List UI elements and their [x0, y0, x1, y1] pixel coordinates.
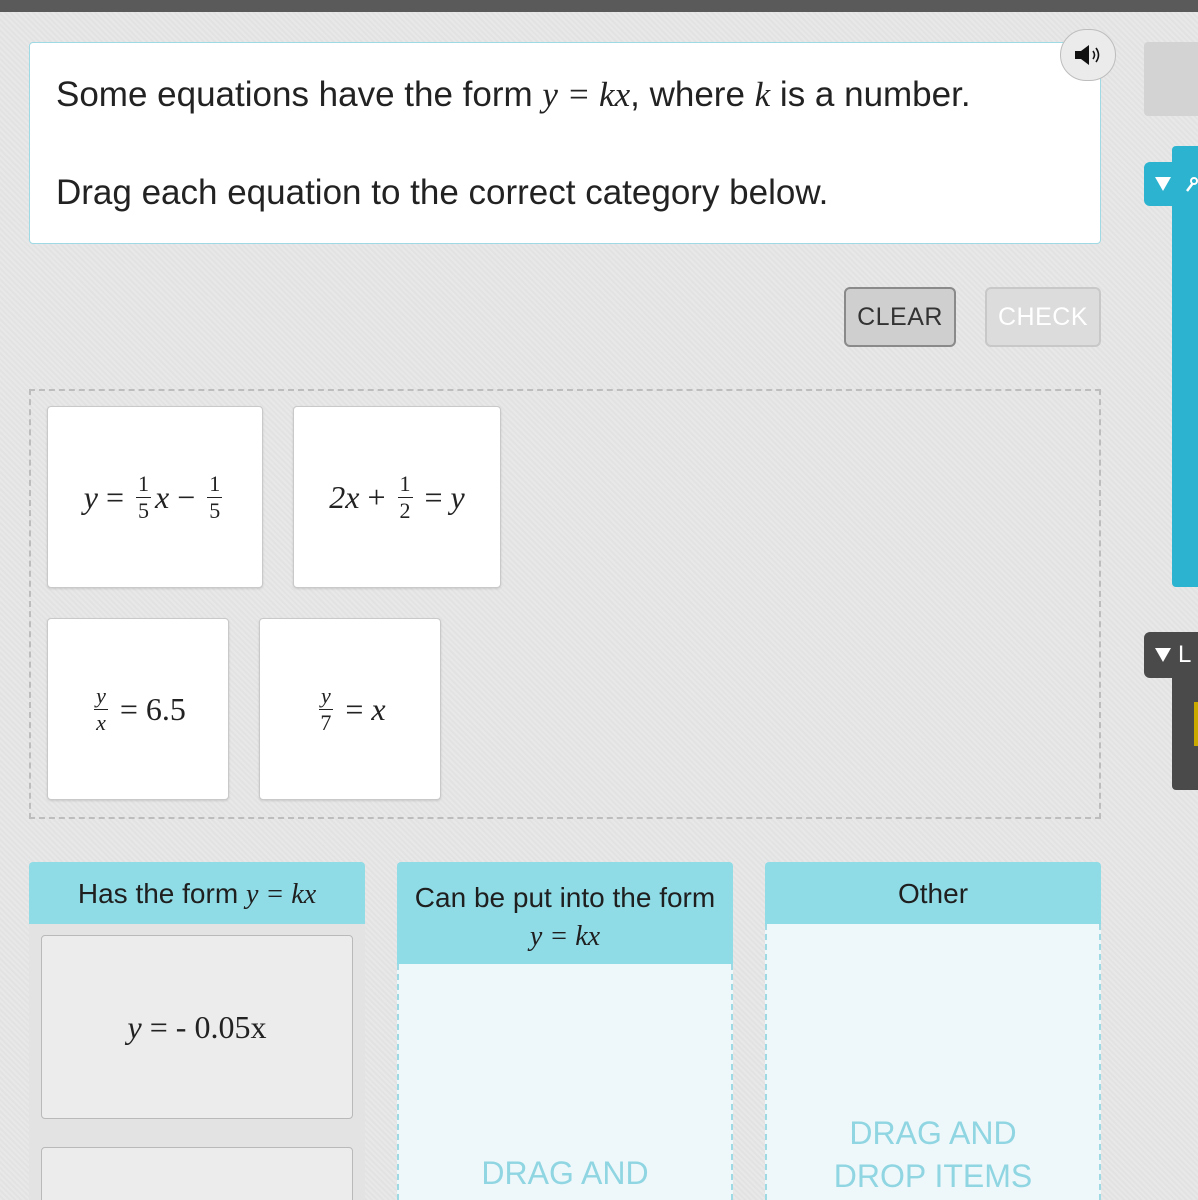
fraction: 15 — [136, 470, 151, 523]
check-button[interactable]: CHECK — [985, 287, 1101, 347]
fraction-numerator: y — [94, 682, 108, 710]
prompt-text-suffix: is a number. — [770, 75, 971, 114]
triangle-down-icon — [1155, 648, 1171, 662]
k-math: k — [754, 75, 771, 114]
category-other-header: Other — [765, 862, 1101, 924]
fraction-denominator: 2 — [399, 497, 411, 523]
category-math: y = kx — [529, 921, 601, 953]
fraction-numerator: y — [318, 682, 333, 710]
equation-card[interactable]: 2x + 12 = y — [293, 406, 501, 588]
card-plus: + — [367, 478, 386, 515]
placed-equation-card[interactable] — [41, 1147, 353, 1200]
fraction: 12 — [397, 470, 413, 523]
category-math: y = kx — [245, 879, 317, 910]
side-tab-blue[interactable] — [1144, 162, 1198, 206]
category-can-be-put-header: Can be put into the form y = kx — [397, 862, 733, 964]
card-minus: − — [177, 478, 196, 515]
fraction-denominator: 7 — [320, 709, 332, 735]
fraction-denominator: 5 — [138, 497, 149, 523]
prompt-text: Some equations have the form — [56, 75, 543, 114]
fraction-numerator: 1 — [136, 470, 151, 498]
side-panel-blue[interactable] — [1172, 146, 1198, 587]
fraction: 15 — [207, 470, 223, 523]
category-title: Has the form — [77, 878, 246, 909]
card-lhs: y — [127, 1008, 142, 1045]
prompt-text-mid: , where — [630, 75, 755, 114]
card-rhs: y — [450, 478, 465, 515]
fraction-denominator: 5 — [209, 497, 221, 523]
side-tab-dark[interactable]: L — [1144, 632, 1198, 678]
equation-card[interactable]: y7 = x — [259, 618, 441, 800]
prompt-line-1: Some equations have the form y = kx, whe… — [56, 75, 971, 115]
placed-equation-card[interactable]: y = - 0.05x — [41, 935, 353, 1119]
audio-button[interactable] — [1060, 29, 1116, 81]
side-marker — [1194, 702, 1198, 746]
top-bar — [0, 0, 1198, 12]
category-title: Can be put into the form — [414, 882, 716, 913]
card-equals: = — [424, 478, 443, 515]
card-equals: = — [105, 478, 124, 515]
wrench-icon — [1186, 177, 1198, 192]
equation-card[interactable]: y = 15 x − 15 — [47, 406, 263, 588]
fraction-numerator: 1 — [397, 470, 413, 498]
fraction-denominator: x — [96, 709, 106, 735]
category-has-form-header: Has the form y = kx — [29, 862, 365, 924]
fraction: y7 — [318, 682, 333, 735]
fraction: yx — [94, 682, 108, 735]
triangle-down-icon — [1155, 177, 1171, 191]
prompt-box: Some equations have the form y = kx, whe… — [29, 42, 1101, 244]
card-equals: = — [345, 690, 364, 727]
card-equals: = — [119, 690, 138, 727]
prompt-line-2: Drag each equation to the correct catego… — [56, 173, 829, 212]
card-term: 2x — [329, 478, 360, 515]
fraction-numerator: 1 — [207, 470, 223, 498]
card-equals: = — [149, 1008, 168, 1045]
card-rhs: 6.5 — [145, 690, 186, 727]
equation-card[interactable]: yx = 6.5 — [47, 618, 229, 800]
speaker-icon — [1075, 45, 1100, 65]
side-tab-letter: L — [1178, 641, 1192, 668]
clear-button[interactable]: CLEAR — [844, 287, 956, 347]
card-rhs: - 0.05x — [175, 1008, 267, 1045]
card-lhs: y — [83, 478, 98, 515]
category-title: Other — [897, 878, 969, 909]
drop-hint: DRAG AND — [481, 1155, 649, 1191]
card-variable: x — [155, 478, 170, 515]
drop-hint: DRAG AND DROP ITEMS — [833, 1115, 1033, 1195]
form-math: y = kx — [542, 75, 631, 114]
card-rhs: x — [371, 690, 386, 727]
side-panel-grey[interactable] — [1144, 42, 1198, 116]
